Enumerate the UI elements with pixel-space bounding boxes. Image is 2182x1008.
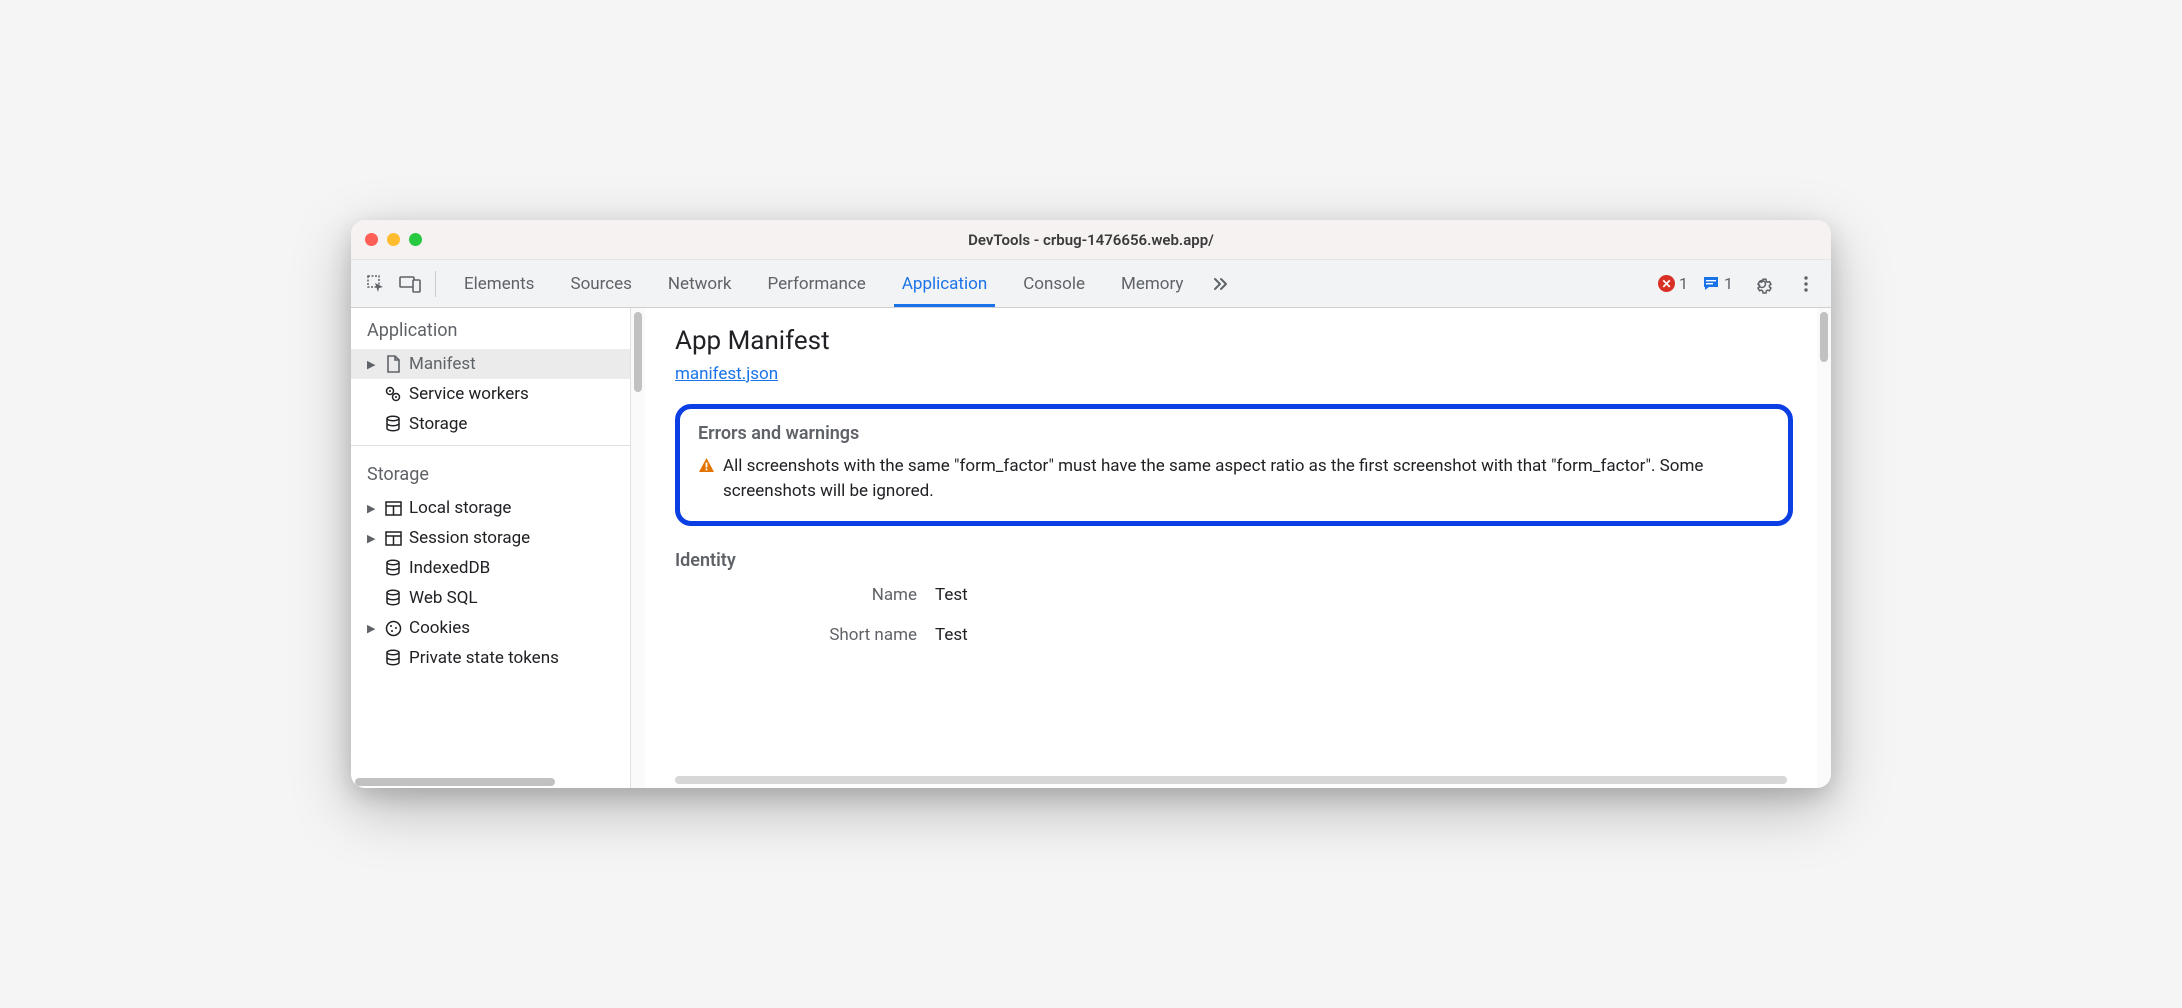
tab-sources[interactable]: Sources xyxy=(552,260,649,307)
tab-label: Performance xyxy=(767,274,865,294)
sidebar-item-label: Storage xyxy=(409,414,467,434)
table-icon xyxy=(383,531,403,546)
main-vertical-scrollbar[interactable] xyxy=(1817,308,1831,788)
warning-row: All screenshots with the same "form_fact… xyxy=(698,454,1770,503)
titlebar: DevTools - crbug-1476656.web.app/ xyxy=(351,220,1831,260)
cookie-icon xyxy=(383,620,403,637)
error-icon: ✕ xyxy=(1658,275,1675,292)
expand-arrow-icon: ▶ xyxy=(367,622,377,635)
more-options-button[interactable] xyxy=(1791,269,1821,299)
message-icon xyxy=(1702,275,1720,293)
tab-label: Console xyxy=(1023,274,1085,294)
sidebar-item-label: IndexedDB xyxy=(409,558,490,578)
database-icon xyxy=(383,589,403,607)
kv-value: Test xyxy=(935,585,968,605)
settings-button[interactable] xyxy=(1747,269,1777,299)
scrollbar-thumb[interactable] xyxy=(634,312,642,392)
warning-icon xyxy=(698,457,715,473)
horizontal-scrollbar[interactable] xyxy=(355,778,555,786)
window-title: DevTools - crbug-1476656.web.app/ xyxy=(351,231,1831,249)
errors-and-warnings-box: Errors and warnings All screenshots with… xyxy=(675,404,1793,526)
devtools-toolbar: Elements Sources Network Performance App… xyxy=(351,260,1831,308)
kebab-icon xyxy=(1797,275,1815,293)
sidebar-item-label: Web SQL xyxy=(409,588,478,608)
gear-icon xyxy=(1752,274,1772,294)
tab-label: Memory xyxy=(1121,274,1183,294)
errors-indicator[interactable]: ✕ 1 xyxy=(1658,274,1688,293)
sidebar-item-private-state-tokens[interactable]: Private state tokens xyxy=(351,643,630,673)
sidebar-divider xyxy=(351,445,630,446)
panel-tabs: Elements Sources Network Performance App… xyxy=(446,260,1241,307)
warning-text: All screenshots with the same "form_fact… xyxy=(723,454,1770,503)
database-icon xyxy=(383,559,403,577)
scrollbar-thumb[interactable] xyxy=(1820,312,1828,362)
sidebar-item-label: Private state tokens xyxy=(409,648,559,668)
tab-application[interactable]: Application xyxy=(884,260,1005,307)
application-sidebar: Application ▶ Manifest Service workers xyxy=(351,308,631,788)
database-icon xyxy=(383,649,403,667)
sidebar-vertical-scrollbar[interactable] xyxy=(631,308,645,788)
sidebar-item-label: Manifest xyxy=(409,354,476,374)
inspect-element-icon[interactable] xyxy=(361,269,391,299)
sidebar-item-websql[interactable]: Web SQL xyxy=(351,583,630,613)
identity-row-short-name: Short name Test xyxy=(675,625,1793,645)
chevron-double-right-icon xyxy=(1211,274,1231,294)
sidebar-section-application: Application xyxy=(351,308,630,349)
device-toolbar-icon[interactable] xyxy=(395,269,425,299)
zoom-window-button[interactable] xyxy=(409,233,422,246)
tab-memory[interactable]: Memory xyxy=(1103,260,1201,307)
sidebar-item-service-workers[interactable]: Service workers xyxy=(351,379,630,409)
kv-label: Name xyxy=(675,585,935,605)
devtools-window: DevTools - crbug-1476656.web.app/ Elemen… xyxy=(351,220,1831,788)
expand-arrow-icon: ▶ xyxy=(367,502,377,515)
traffic-lights xyxy=(365,233,422,246)
database-icon xyxy=(383,415,403,433)
message-count: 1 xyxy=(1724,274,1733,293)
tab-label: Network xyxy=(668,274,732,294)
tab-performance[interactable]: Performance xyxy=(749,260,883,307)
sidebar-item-cookies[interactable]: ▶ Cookies xyxy=(351,613,630,643)
main-panel: App Manifest manifest.json Errors and wa… xyxy=(645,308,1817,788)
main-horizontal-scrollbar[interactable] xyxy=(675,776,1787,784)
sidebar-section-storage: Storage xyxy=(351,452,630,493)
tab-label: Application xyxy=(902,274,987,294)
manifest-link[interactable]: manifest.json xyxy=(675,364,778,384)
sidebar-item-label: Cookies xyxy=(409,618,470,638)
toolbar-right-group: ✕ 1 1 xyxy=(1658,269,1821,299)
content-area: Application ▶ Manifest Service workers xyxy=(351,308,1831,788)
sidebar-item-session-storage[interactable]: ▶ Session storage xyxy=(351,523,630,553)
sidebar-item-indexeddb[interactable]: IndexedDB xyxy=(351,553,630,583)
sidebar-item-manifest[interactable]: ▶ Manifest xyxy=(351,349,630,379)
expand-arrow-icon: ▶ xyxy=(367,358,377,371)
tab-network[interactable]: Network xyxy=(650,260,750,307)
error-count: 1 xyxy=(1679,274,1688,293)
minimize-window-button[interactable] xyxy=(387,233,400,246)
toolbar-divider xyxy=(435,271,436,297)
table-icon xyxy=(383,501,403,516)
sidebar-item-label: Service workers xyxy=(409,384,529,404)
kv-value: Test xyxy=(935,625,968,645)
tab-console[interactable]: Console xyxy=(1005,260,1103,307)
sidebar-item-storage[interactable]: Storage xyxy=(351,409,630,439)
more-tabs-button[interactable] xyxy=(1201,260,1241,307)
gears-icon xyxy=(383,385,403,403)
identity-row-name: Name Test xyxy=(675,585,1793,605)
page-heading: App Manifest xyxy=(675,326,1793,356)
tab-label: Sources xyxy=(570,274,631,294)
identity-section-title: Identity xyxy=(675,550,1793,571)
errors-section-title: Errors and warnings xyxy=(698,423,1770,444)
sidebar-item-label: Session storage xyxy=(409,528,530,548)
tab-label: Elements xyxy=(464,274,534,294)
file-icon xyxy=(383,355,403,373)
kv-label: Short name xyxy=(675,625,935,645)
sidebar-item-local-storage[interactable]: ▶ Local storage xyxy=(351,493,630,523)
close-window-button[interactable] xyxy=(365,233,378,246)
messages-indicator[interactable]: 1 xyxy=(1702,274,1733,293)
sidebar-item-label: Local storage xyxy=(409,498,511,518)
expand-arrow-icon: ▶ xyxy=(367,532,377,545)
tab-elements[interactable]: Elements xyxy=(446,260,552,307)
